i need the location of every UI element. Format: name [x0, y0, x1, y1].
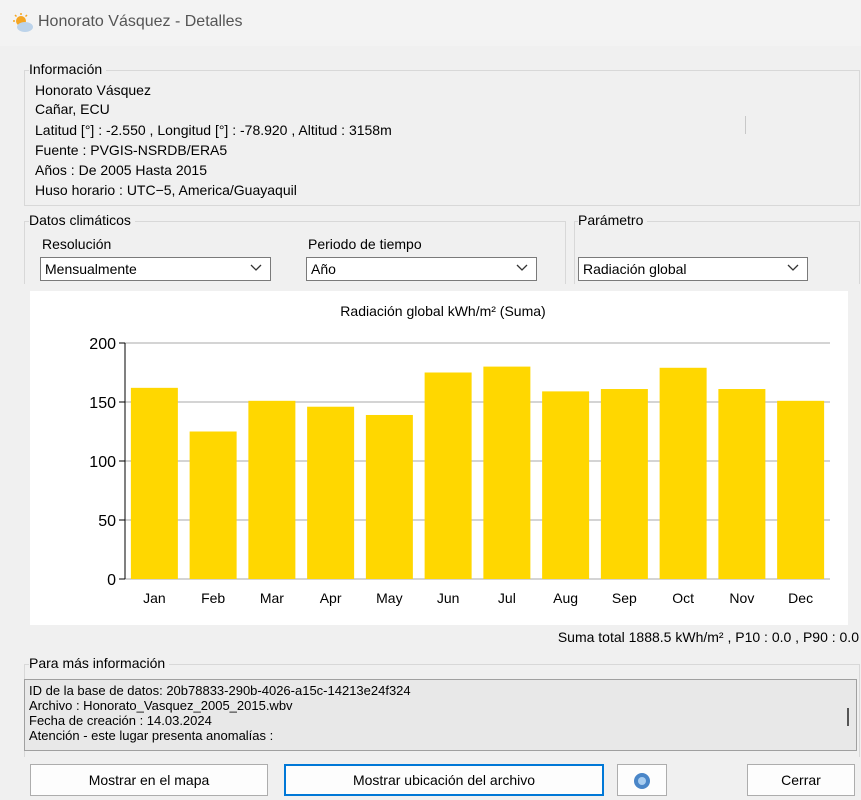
bar-sep — [600, 389, 648, 579]
chart-summary: Suma total 1888.5 kWh/m² , P10 : 0.0 , P… — [557, 629, 859, 645]
x-tick-label: May — [376, 590, 402, 606]
chart-title: Radiación global kWh/m² (Suma) — [340, 303, 545, 319]
app-sun-cloud-icon — [13, 13, 33, 32]
y-tick-label: 50 — [98, 513, 116, 530]
resolution-select-value: Mensualmente — [45, 261, 137, 277]
y-tick-label: 0 — [107, 572, 116, 589]
file-line: Archivo : Honorato_Vasquez_2005_2015.wbv — [29, 698, 293, 713]
x-tick-label: Mar — [260, 590, 284, 606]
x-tick-label: Sep — [612, 590, 637, 606]
chevron-down-icon — [516, 264, 528, 271]
climate-group-label: Datos climáticos — [29, 212, 135, 228]
chart-panel: Radiación global kWh/m² (Suma) 0 50 100 150… — [30, 291, 848, 625]
bar-jan — [130, 387, 178, 579]
info-years: Años : De 2005 Hasta 2015 — [35, 162, 208, 178]
x-tick-label: Jun — [437, 590, 460, 606]
more-info-group-label: Para más información — [29, 655, 170, 671]
bar-jun — [424, 372, 472, 579]
db-id-line: ID de la base de datos: 20b78833-290b-40… — [29, 683, 411, 698]
x-tick-label: Nov — [729, 590, 754, 606]
bar-may — [365, 414, 413, 579]
chevron-down-icon — [787, 264, 799, 271]
window-title: Honorato Vásquez - Detalles — [38, 13, 243, 30]
bar-apr — [307, 406, 355, 579]
creation-date-line: Fecha de creación : 14.03.2024 — [29, 713, 212, 728]
bar-aug — [542, 391, 590, 579]
bar-jul — [483, 366, 531, 579]
bar-mar — [248, 400, 296, 579]
show-on-map-button[interactable]: Mostrar en el mapa — [30, 764, 268, 796]
info-location-name: Honorato Vásquez — [35, 82, 151, 98]
period-select-value: Año — [311, 261, 336, 277]
radiation-bar-chart: Radiación global kWh/m² (Suma) 0 50 100 150… — [89, 303, 830, 606]
info-timezone: Huso horario : UTC−5, America/Guayaquil — [35, 182, 297, 198]
close-button[interactable]: Cerrar — [747, 764, 855, 796]
show-file-location-button[interactable]: Mostrar ubicación del archivo — [284, 764, 604, 796]
period-label: Periodo de tiempo — [308, 236, 422, 252]
warning-line: Atención - este lugar presenta anomalías… — [29, 728, 274, 743]
bar-dec — [777, 400, 825, 579]
x-tick-label: Oct — [672, 590, 694, 606]
parameter-select[interactable]: Radiación global — [578, 257, 808, 281]
resolution-select[interactable]: Mensualmente — [40, 257, 271, 281]
help-globe-icon — [634, 773, 650, 789]
bar-nov — [718, 389, 766, 579]
resolution-label: Resolución — [42, 236, 112, 252]
info-region: Cañar, ECU — [35, 101, 110, 117]
x-tick-label: Apr — [320, 590, 342, 606]
x-tick-label: Jul — [498, 590, 516, 606]
bar-oct — [659, 367, 707, 579]
y-tick-label: 150 — [89, 395, 116, 412]
bar-feb — [189, 431, 237, 579]
x-tick-label: Dec — [788, 590, 813, 606]
x-tick-label: Jan — [143, 590, 166, 606]
y-tick-label: 100 — [89, 454, 116, 471]
parameter-select-value: Radiación global — [583, 261, 687, 277]
period-select[interactable]: Año — [306, 257, 537, 281]
x-tick-label: Feb — [201, 590, 225, 606]
divider — [745, 116, 746, 134]
parameter-group-label: Parámetro — [578, 212, 648, 228]
more-info-textbox[interactable]: ID de la base de datos: 20b78833-290b-40… — [24, 679, 857, 751]
y-tick-label: 200 — [89, 336, 116, 353]
info-group-label: Información — [29, 61, 107, 77]
info-source: Fuente : PVGIS-NSRDB/ERA5 — [35, 142, 228, 158]
chevron-down-icon — [250, 264, 262, 271]
text-caret — [847, 708, 849, 726]
help-button[interactable] — [617, 764, 667, 796]
info-coordinates: Latitud [°] : -2.550 , Longitud [°] : -7… — [35, 122, 392, 138]
x-tick-label: Aug — [553, 590, 578, 606]
